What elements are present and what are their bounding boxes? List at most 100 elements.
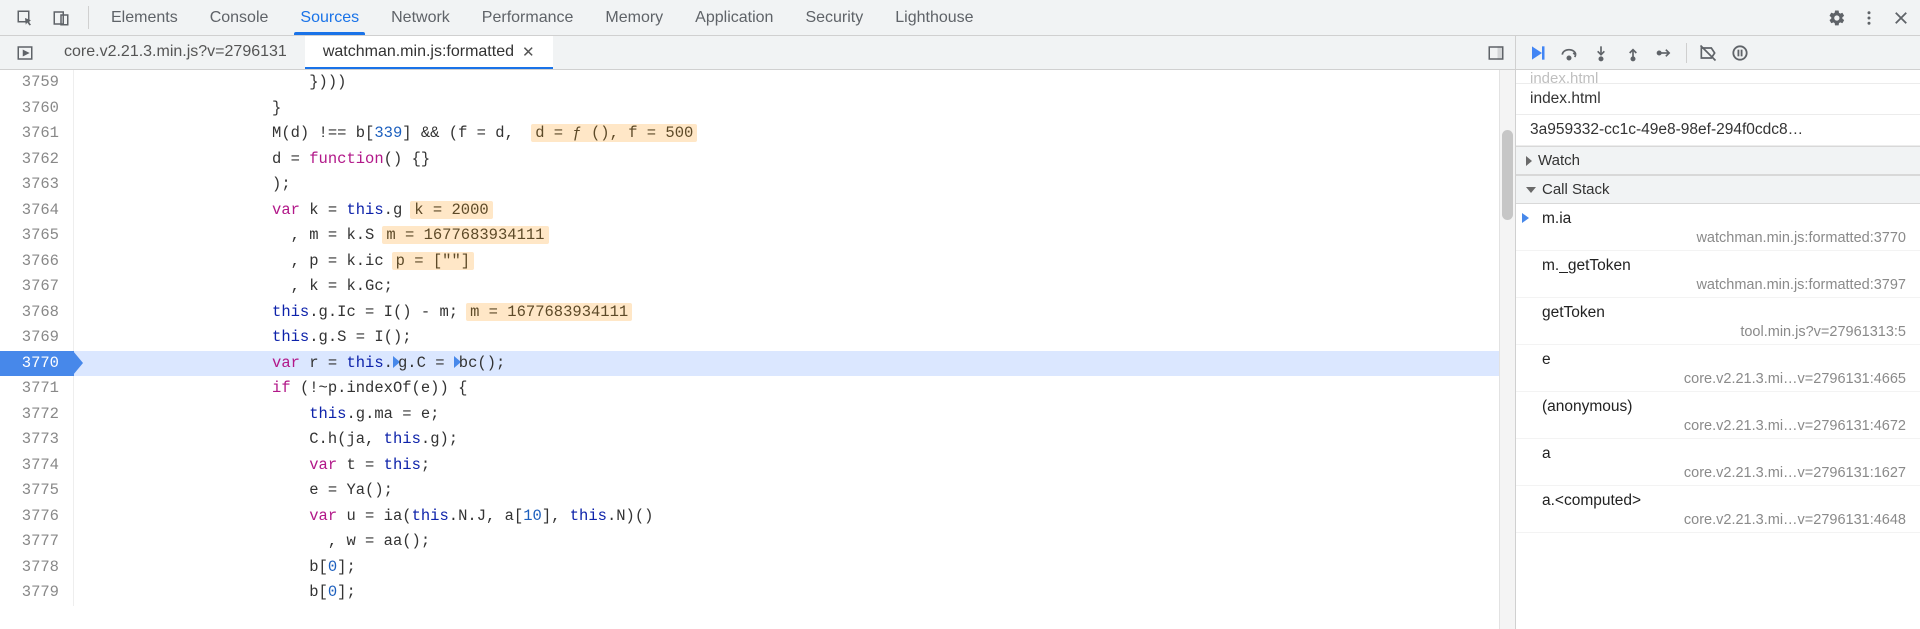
code-line[interactable]: 3772 this.g.ma = e;	[0, 402, 1515, 428]
callstack-function: m.ia	[1542, 210, 1906, 228]
device-toggle-icon[interactable]	[50, 7, 72, 29]
panel-tab-sources[interactable]: Sources	[284, 0, 375, 35]
line-number[interactable]: 3767	[0, 274, 74, 300]
callstack-location: core.v2.21.3.mi…v=2796131:4648	[1542, 512, 1906, 528]
iframe-row-truncated[interactable]: index.html	[1516, 70, 1920, 84]
callstack-frame[interactable]: (anonymous)core.v2.21.3.mi…v=2796131:467…	[1516, 392, 1920, 439]
panel-tab-network[interactable]: Network	[375, 0, 466, 35]
threads-row[interactable]: 3a959332-cc1c-49e8-98ef-294f0cdc8…	[1516, 115, 1920, 146]
line-number[interactable]: 3770	[0, 351, 74, 377]
code-content: this.g.Ic = I() - m;m = 1677683934111	[74, 300, 1515, 326]
line-number[interactable]: 3760	[0, 96, 74, 122]
step-icon[interactable]	[1650, 39, 1680, 67]
callstack-frame[interactable]: m.ia watchman.min.js:formatted:3770	[1516, 204, 1920, 251]
line-number[interactable]: 3774	[0, 453, 74, 479]
code-content: }	[74, 96, 1515, 122]
panel-tab-memory[interactable]: Memory	[589, 0, 679, 35]
close-devtools-icon[interactable]	[1890, 7, 1912, 29]
inline-value: m = 1677683934111	[466, 303, 632, 321]
line-number[interactable]: 3759	[0, 70, 74, 96]
line-number[interactable]: 3777	[0, 529, 74, 555]
code-line[interactable]: 3779 b[0];	[0, 580, 1515, 606]
step-over-icon[interactable]	[1554, 39, 1584, 67]
code-line[interactable]: 3767 , k = k.Gc;	[0, 274, 1515, 300]
code-line[interactable]: 3768 this.g.Ic = I() - m;m = 16776839341…	[0, 300, 1515, 326]
code-line[interactable]: 3777 , w = aa();	[0, 529, 1515, 555]
devtools-toolbar: ElementsConsoleSourcesNetworkPerformance…	[0, 0, 1920, 36]
file-tab[interactable]: watchman.min.js:formatted✕	[305, 36, 553, 69]
line-number[interactable]: 3772	[0, 402, 74, 428]
code-content: , m = k.Sm = 1677683934111	[74, 223, 1515, 249]
code-line[interactable]: 3765 , m = k.Sm = 1677683934111	[0, 223, 1515, 249]
panel-tab-lighthouse[interactable]: Lighthouse	[879, 0, 989, 35]
line-number[interactable]: 3771	[0, 376, 74, 402]
code-editor[interactable]: 3759 })))3760 }3761 M(d) !== b[339] && (…	[0, 70, 1515, 629]
show-navigator-icon[interactable]	[14, 42, 36, 64]
line-number[interactable]: 3762	[0, 147, 74, 173]
line-number[interactable]: 3779	[0, 580, 74, 606]
callstack-label: Call Stack	[1542, 181, 1610, 198]
code-line[interactable]: 3761 M(d) !== b[339] && (f = d, d = ƒ ()…	[0, 121, 1515, 147]
more-tabs-icon[interactable]	[1485, 42, 1507, 64]
callstack-frame[interactable]: acore.v2.21.3.mi…v=2796131:1627	[1516, 439, 1920, 486]
step-into-icon[interactable]	[1586, 39, 1616, 67]
panel-tab-elements[interactable]: Elements	[95, 0, 194, 35]
code-content: })))	[74, 70, 1515, 96]
panel-tab-security[interactable]: Security	[789, 0, 879, 35]
callstack-frame[interactable]: ecore.v2.21.3.mi…v=2796131:4665	[1516, 345, 1920, 392]
callstack-function: a.<computed>	[1542, 492, 1906, 510]
code-line[interactable]: 3770 var r = this.g.C = bc();	[0, 351, 1515, 377]
line-number[interactable]: 3766	[0, 249, 74, 275]
line-number[interactable]: 3763	[0, 172, 74, 198]
code-content: var r = this.g.C = bc();	[74, 351, 1515, 377]
code-line[interactable]: 3766 , p = k.icp = [""]	[0, 249, 1515, 275]
panel-tab-performance[interactable]: Performance	[466, 0, 590, 35]
line-number[interactable]: 3773	[0, 427, 74, 453]
threads-row[interactable]: index.html	[1516, 84, 1920, 115]
code-line[interactable]: 3759 })))	[0, 70, 1515, 96]
debugger-sidebar: index.html index.html3a959332-cc1c-49e8-…	[1516, 36, 1920, 629]
line-number[interactable]: 3768	[0, 300, 74, 326]
line-number[interactable]: 3761	[0, 121, 74, 147]
code-line[interactable]: 3769 this.g.S = I();	[0, 325, 1515, 351]
panel-tabs: ElementsConsoleSourcesNetworkPerformance…	[95, 0, 990, 35]
callstack-frame[interactable]: m._getTokenwatchman.min.js:formatted:379…	[1516, 251, 1920, 298]
line-number[interactable]: 3776	[0, 504, 74, 530]
more-menu-icon[interactable]	[1858, 7, 1880, 29]
line-number[interactable]: 3765	[0, 223, 74, 249]
inspect-element-icon[interactable]	[14, 7, 36, 29]
callstack-location: tool.min.js?v=27961313:5	[1542, 324, 1906, 340]
close-tab-icon[interactable]: ✕	[522, 43, 535, 61]
code-content: b[0];	[74, 555, 1515, 581]
watch-section-header[interactable]: Watch	[1516, 146, 1920, 175]
panel-tab-application[interactable]: Application	[679, 0, 789, 35]
code-line[interactable]: 3762 d = function() {}	[0, 147, 1515, 173]
panel-tab-console[interactable]: Console	[194, 0, 285, 35]
line-number[interactable]: 3764	[0, 198, 74, 224]
line-number[interactable]: 3778	[0, 555, 74, 581]
line-number[interactable]: 3775	[0, 478, 74, 504]
code-line[interactable]: 3760 }	[0, 96, 1515, 122]
code-line[interactable]: 3764 var k = this.gk = 2000	[0, 198, 1515, 224]
callstack-location: watchman.min.js:formatted:3770	[1542, 230, 1906, 246]
code-line[interactable]: 3773 C.h(ja, this.g);	[0, 427, 1515, 453]
line-number[interactable]: 3769	[0, 325, 74, 351]
editor-scrollbar[interactable]	[1499, 70, 1515, 629]
step-out-icon[interactable]	[1618, 39, 1648, 67]
code-line[interactable]: 3776 var u = ia(this.N.J, a[10], this.N)…	[0, 504, 1515, 530]
code-content: );	[74, 172, 1515, 198]
resume-icon[interactable]	[1522, 39, 1552, 67]
code-line[interactable]: 3778 b[0];	[0, 555, 1515, 581]
code-line[interactable]: 3774 var t = this;	[0, 453, 1515, 479]
callstack-frame[interactable]: a.<computed> core.v2.21.3.mi…v=2796131:46…	[1516, 486, 1920, 533]
pause-on-exceptions-icon[interactable]	[1725, 39, 1755, 67]
callstack-frame[interactable]: getTokentool.min.js?v=27961313:5	[1516, 298, 1920, 345]
code-line[interactable]: 3771 if (!~p.indexOf(e)) {	[0, 376, 1515, 402]
file-tab[interactable]: core.v2.21.3.min.js?v=2796131	[46, 36, 305, 69]
callstack-section-header[interactable]: Call Stack	[1516, 175, 1920, 204]
code-line[interactable]: 3763 );	[0, 172, 1515, 198]
code-line[interactable]: 3775 e = Ya();	[0, 478, 1515, 504]
deactivate-breakpoints-icon[interactable]	[1693, 39, 1723, 67]
settings-icon[interactable]	[1826, 7, 1848, 29]
debugger-toolbar	[1516, 36, 1920, 70]
